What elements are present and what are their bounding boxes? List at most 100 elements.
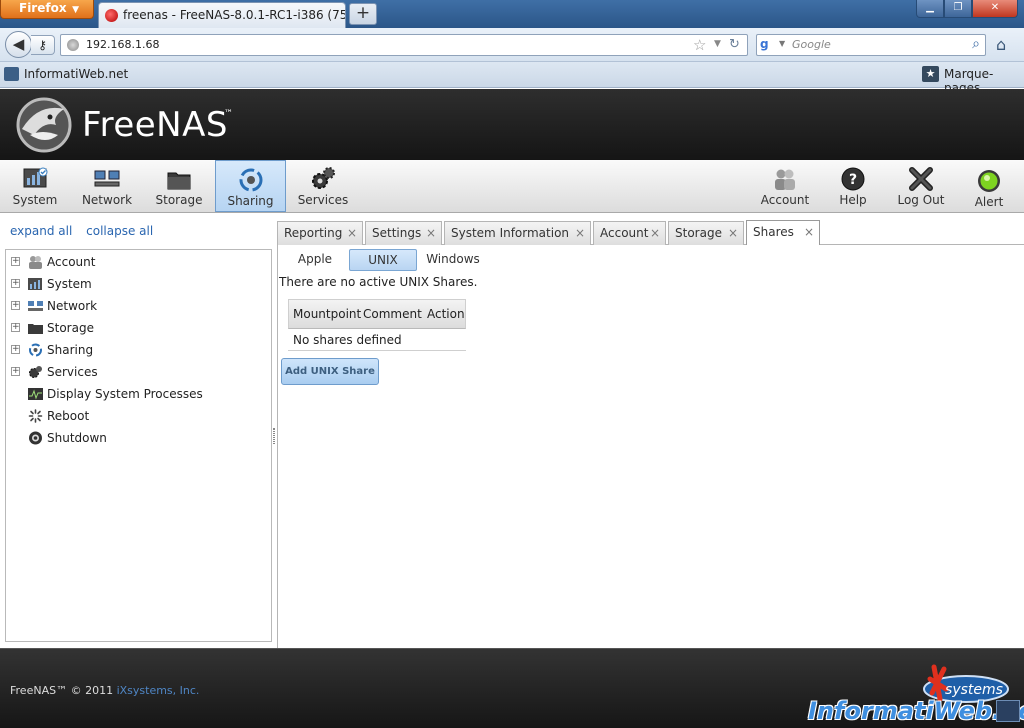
expand-icon[interactable]: + — [11, 301, 20, 310]
freenas-favicon-icon — [105, 9, 118, 22]
unix-shares-table: Mountpoint Comment Action No shares defi… — [288, 299, 466, 351]
expand-icon[interactable]: + — [11, 279, 20, 288]
tab-label: System Information — [451, 226, 570, 240]
help-icon: ? — [841, 167, 865, 191]
window-maximize-button[interactable]: ❐ — [944, 0, 972, 18]
reload-icon[interactable]: ↻ — [729, 37, 740, 52]
url-dropdown-icon[interactable]: ▼ — [714, 39, 721, 49]
close-icon[interactable]: × — [347, 222, 357, 244]
toolbar-storage-button[interactable]: Storage — [144, 160, 214, 212]
magnifier-icon[interactable]: ⌕ — [972, 36, 980, 52]
expand-icon[interactable]: + — [11, 257, 20, 266]
tree-item-label: Reboot — [47, 409, 90, 423]
tree-item-sharing[interactable]: + Sharing — [6, 339, 271, 361]
url-text[interactable]: 192.168.1.68 — [86, 38, 159, 51]
url-bar[interactable]: 192.168.1.68 ☆ ▼ ↻ — [60, 34, 748, 56]
panel-splitter-handle[interactable] — [273, 428, 275, 444]
tree-item-label: Sharing — [47, 343, 94, 357]
home-icon[interactable]: ⌂ — [996, 35, 1006, 54]
storage-icon — [28, 324, 43, 334]
toolbar-alert-button[interactable]: Alert — [956, 160, 1022, 212]
column-header-action[interactable]: Action — [427, 300, 465, 328]
processes-monitor-icon — [28, 388, 43, 400]
toolbar-system-label: System — [12, 193, 58, 207]
tab-account[interactable]: Account × — [593, 221, 666, 245]
column-header-mountpoint[interactable]: Mountpoint — [293, 300, 361, 328]
expand-icon[interactable]: + — [11, 323, 20, 332]
shutdown-icon — [29, 431, 42, 445]
toolbar-network-button[interactable]: Network — [72, 160, 142, 212]
bookmark-star-icon[interactable]: ☆ — [693, 36, 706, 54]
tab-settings[interactable]: Settings × — [365, 221, 442, 245]
expand-all-link[interactable]: expand all — [10, 224, 72, 238]
bookmark-informatiweb[interactable]: InformatiWeb.net — [4, 67, 128, 81]
add-unix-share-button[interactable]: Add UNIX Share — [281, 358, 379, 385]
informatiweb-laptop-icon — [996, 700, 1020, 722]
freenas-logo-tm: ™ — [224, 109, 233, 119]
informatiweb-watermark: InformatiWeb.net — [808, 697, 1024, 725]
alert-icon — [978, 170, 1000, 192]
toolbar-system-button[interactable]: System — [0, 160, 70, 212]
tab-shares[interactable]: Shares × — [746, 220, 820, 245]
toolbar-account-button[interactable]: Account — [750, 160, 820, 212]
collapse-all-link[interactable]: collapse all — [86, 224, 153, 238]
tree-item-account[interactable]: + Account — [6, 251, 271, 273]
search-bar[interactable]: g ▼ Google ⌕ — [756, 34, 986, 56]
toolbar-services-button[interactable]: Services — [288, 160, 358, 212]
tree-item-shutdown[interactable]: Shutdown — [6, 427, 271, 449]
tree-item-services[interactable]: + Services — [6, 361, 271, 383]
subtab-apple[interactable]: Apple — [286, 249, 344, 271]
no-shares-message: There are no active UNIX Shares. — [279, 275, 478, 289]
tab-storage[interactable]: Storage × — [668, 221, 744, 245]
close-icon[interactable]: × — [426, 222, 436, 244]
tree-item-system[interactable]: + System — [6, 273, 271, 295]
toolbar-help-button[interactable]: ? Help — [820, 160, 886, 212]
bookmarks-bar: InformatiWeb.net ★ Marque-pages — [0, 62, 1024, 95]
toolbar-network-label: Network — [81, 193, 133, 207]
freenas-shark-logo-icon — [16, 97, 72, 153]
toolbar-account-label: Account — [760, 193, 810, 207]
tab-label: Account — [600, 226, 649, 240]
close-icon[interactable]: × — [575, 222, 585, 244]
table-header-row: Mountpoint Comment Action — [288, 299, 466, 329]
toolbar-help-label: Help — [839, 193, 867, 207]
expand-icon[interactable]: + — [11, 367, 20, 376]
column-header-comment[interactable]: Comment — [363, 300, 422, 328]
tree-item-reboot[interactable]: Reboot — [6, 405, 271, 427]
subtab-windows[interactable]: Windows — [422, 249, 484, 271]
new-tab-button[interactable]: + — [349, 3, 377, 25]
window-minimize-button[interactable]: ▁ — [916, 0, 944, 18]
google-icon[interactable]: g — [760, 37, 777, 53]
close-icon[interactable]: × — [728, 222, 738, 244]
tab-label: Settings — [372, 226, 422, 240]
toolbar-logout-button[interactable]: Log Out — [886, 160, 956, 212]
tree-item-storage[interactable]: + Storage — [6, 317, 271, 339]
tree-item-display-system-processes[interactable]: Display System Processes — [6, 383, 271, 405]
sharing-icon — [29, 343, 42, 357]
firefox-menu-label: Firefox — [19, 1, 67, 15]
subtab-unix[interactable]: UNIX — [349, 249, 417, 271]
close-icon[interactable]: × — [804, 221, 814, 243]
tab-reporting[interactable]: Reporting × — [277, 221, 363, 245]
search-input[interactable]: Google — [792, 38, 831, 51]
back-button[interactable]: ◀ — [5, 31, 32, 58]
footer-company-link[interactable]: iXsystems, Inc. — [117, 684, 200, 697]
informatiweb-favicon-icon — [4, 67, 19, 81]
footer-copyright-text: FreeNAS™ © 2011 — [10, 684, 117, 697]
browser-tab-freenas[interactable]: freenas - FreeNAS-8.0.1-RC1-i386 (7508) — [98, 2, 346, 28]
window-close-button[interactable]: ✕ — [972, 0, 1018, 18]
system-icon — [28, 278, 42, 290]
toolbar-sharing-button[interactable]: Sharing — [215, 160, 286, 212]
search-engine-dropdown-icon[interactable]: ▼ — [779, 39, 785, 48]
firefox-menu-button[interactable]: Firefox ▼ — [0, 0, 94, 19]
services-icon — [29, 366, 42, 378]
key-icon[interactable]: ⚷ — [31, 35, 55, 55]
close-icon[interactable]: × — [650, 222, 660, 244]
tab-system-information[interactable]: System Information × — [444, 221, 591, 245]
content-tabbar: Reporting × Settings × System Informatio… — [277, 219, 1024, 245]
bookmarks-star-icon: ★ — [922, 66, 939, 82]
browser-titlebar: Firefox ▼ freenas - FreeNAS-8.0.1-RC1-i3… — [0, 0, 1024, 28]
tree-item-network[interactable]: + Network — [6, 295, 271, 317]
tree-item-label: System — [47, 277, 92, 291]
expand-icon[interactable]: + — [11, 345, 20, 354]
